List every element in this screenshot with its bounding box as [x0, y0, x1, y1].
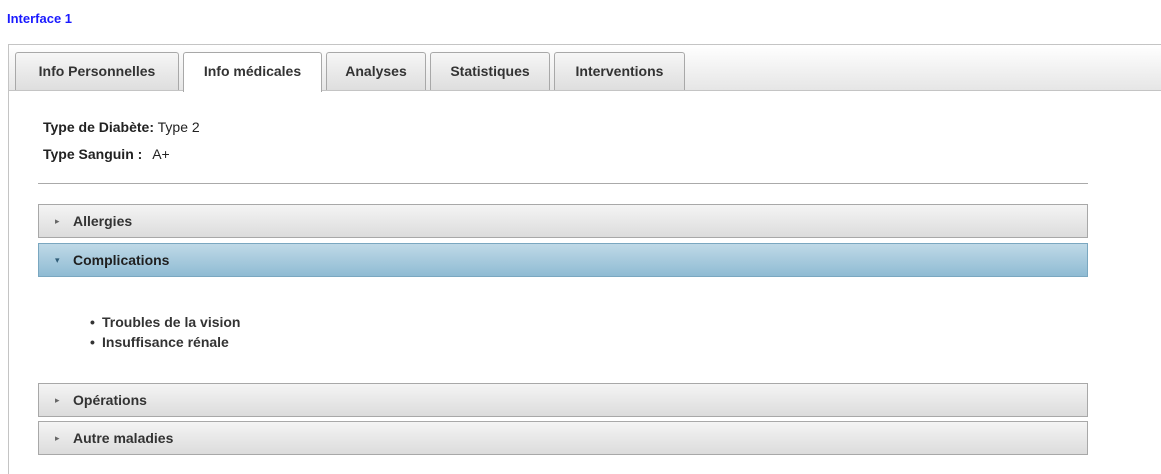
accordion-label: Autre maladies — [73, 430, 174, 446]
accordion-header-operations[interactable]: ▸ Opérations — [38, 383, 1088, 417]
blood-type-label: Type Sanguin : — [43, 146, 143, 162]
list-item: • Insuffisance rénale — [90, 332, 240, 352]
diabetes-type-label: Type de Diabète: — [43, 119, 154, 135]
accordion-header-autre-maladies[interactable]: ▸ Autre maladies — [38, 421, 1088, 455]
blood-type-row: Type Sanguin : A+ — [43, 146, 170, 162]
chevron-right-icon: ▸ — [55, 433, 60, 443]
tab-info-personnelles[interactable]: Info Personnelles — [15, 52, 179, 90]
tab-analyses[interactable]: Analyses — [326, 52, 426, 90]
list-item-label: Troubles de la vision — [102, 314, 241, 330]
list-item: • Troubles de la vision — [90, 312, 240, 332]
blood-type-value: A+ — [152, 146, 170, 162]
accordion-label: Opérations — [73, 392, 147, 408]
bullet-icon: • — [90, 334, 95, 350]
tab-info-medicales[interactable]: Info médicales — [183, 52, 322, 92]
tab-statistiques[interactable]: Statistiques — [430, 52, 550, 90]
accordion-label: Allergies — [73, 213, 133, 229]
chevron-right-icon: ▸ — [55, 395, 60, 405]
page-title: Interface 1 — [7, 11, 73, 26]
section-divider — [38, 183, 1088, 184]
diabetes-type-row: Type de Diabète: Type 2 — [43, 119, 200, 135]
list-item-label: Insuffisance rénale — [102, 334, 229, 350]
chevron-right-icon: ▸ — [55, 216, 60, 226]
complications-list: • Troubles de la vision • Insuffisance rén… — [90, 312, 240, 352]
accordion-header-allergies[interactable]: ▸ Allergies — [38, 204, 1088, 238]
accordion-content-complications: • Troubles de la vision • Insuffisance rén… — [38, 278, 1088, 382]
tab-interventions[interactable]: Interventions — [554, 52, 685, 90]
chevron-down-icon: ▾ — [55, 255, 60, 265]
tab-bar: Info Personnelles Info médicales Analyse… — [9, 45, 1161, 92]
accordion-header-complications[interactable]: ▾ Complications — [38, 243, 1088, 277]
diabetes-type-value: Type 2 — [157, 119, 200, 135]
accordion-label: Complications — [73, 252, 170, 268]
bullet-icon: • — [90, 314, 95, 330]
